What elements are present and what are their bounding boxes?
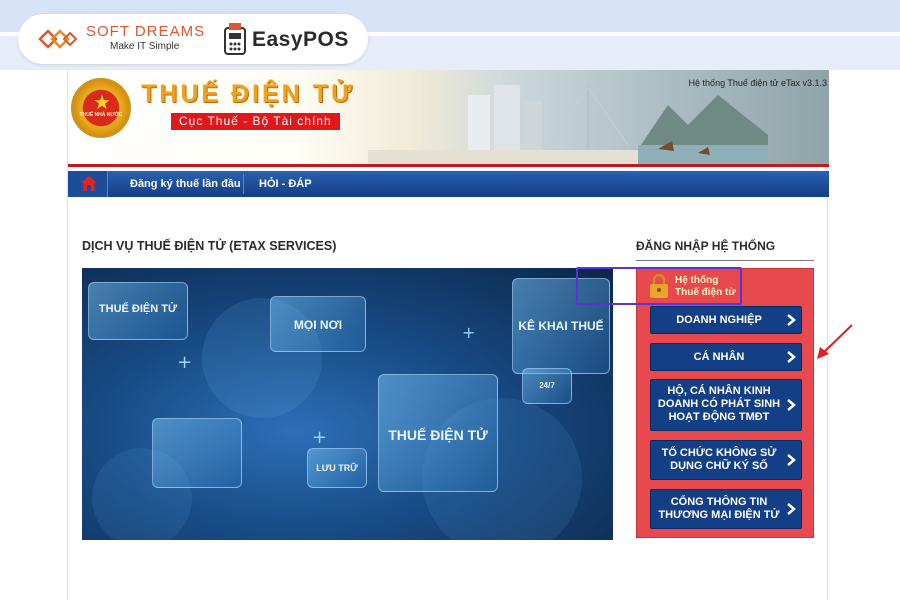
hero-tile-blank <box>152 418 242 488</box>
hero-tile-247: 24/7 <box>522 368 572 404</box>
hero-tile-etax: THUẾ ĐIỆN TỬ <box>88 282 188 340</box>
softdreams-tagline: Make IT Simple <box>110 41 180 52</box>
login-title: ĐĂNG NHẬP HỆ THỐNG <box>636 239 776 253</box>
system-version: Hệ thống Thuế điện tử eTax v3.1.3 <box>688 78 827 88</box>
main-nav: Đăng ký thuế lần đầu HỎI - ĐÁP <box>68 171 829 197</box>
chevron-right-icon <box>787 454 796 466</box>
chevron-right-icon <box>787 351 796 363</box>
login-ecommerce-household-button[interactable]: HỘ, CÁ NHÂN KINH DOANH CÓ PHÁT SINH HOẠT… <box>650 379 802 431</box>
chevron-right-icon <box>787 399 796 411</box>
pos-terminal-icon <box>224 23 246 55</box>
city-bridge-illustration <box>368 85 768 164</box>
nav-item-faq[interactable]: HỎI - ĐÁP <box>259 171 312 197</box>
state-emblem-icon: ★ THUẾ NHÀ NƯỚC <box>71 78 131 138</box>
lock-icon <box>650 274 668 298</box>
login-system-label: Hệ thống Thuế điện tử <box>675 275 736 298</box>
login-business-button[interactable]: DOANH NGHIỆP <box>650 306 802 334</box>
svg-text:+: + <box>462 323 475 342</box>
pointer-arrow-icon <box>817 324 853 359</box>
easypos-name: EasyPOS <box>252 28 349 51</box>
chevron-right-icon <box>787 503 796 515</box>
chevron-right-icon <box>787 314 796 326</box>
hero-tile-declare: KÊ KHAI THUẾ <box>512 278 610 374</box>
hero-tile-anywhere: MỌI NƠI <box>270 296 366 352</box>
site-subtitle: Cục Thuế - Bộ Tài chính <box>171 113 340 130</box>
login-no-digital-signature-button[interactable]: TỔ CHỨC KHÔNG SỬ DỤNG CHỮ KÝ SỐ <box>650 440 802 480</box>
hero-tile-etax-main: THUẾ ĐIỆN TỬ <box>378 374 498 492</box>
etax-page: ★ THUẾ NHÀ NƯỚC THUẾ ĐIỆN TỬ Cục Thuế - … <box>67 70 829 600</box>
softdreams-logo-icon <box>38 29 78 49</box>
svg-text:+: + <box>312 427 327 448</box>
site-title: THUẾ ĐIỆN TỬ <box>141 80 355 108</box>
login-ecommerce-portal-button[interactable]: CỔNG THÔNG TIN THƯƠNG MẠI ĐIỆN TỬ <box>650 489 802 529</box>
brand-bar: SOFT DREAMS Make IT Simple EasyPOS <box>18 14 368 64</box>
services-title: DỊCH VỤ THUẾ ĐIỆN TỬ (ETAX SERVICES) <box>82 239 337 253</box>
site-banner: ★ THUẾ NHÀ NƯỚC THUẾ ĐIỆN TỬ Cục Thuế - … <box>68 70 829 164</box>
softdreams-name: SOFT DREAMS <box>86 23 206 40</box>
nav-item-first-registration[interactable]: Đăng ký thuế lần đầu <box>130 171 241 197</box>
etax-services-banner: + + + THUẾ ĐIỆN TỬ MỌI NƠI KÊ KHAI THUẾ … <box>82 268 613 540</box>
home-icon <box>81 176 97 191</box>
svg-text:+: + <box>177 352 192 373</box>
login-title-rule <box>636 260 814 261</box>
login-individual-button[interactable]: CÁ NHÂN <box>650 343 802 371</box>
hero-tile-storage: LƯU TRỮ <box>307 448 367 488</box>
banner-divider <box>68 164 829 167</box>
nav-separator <box>243 174 244 194</box>
login-panel: Hệ thống Thuế điện tử DOANH NGHIỆP CÁ NH… <box>636 268 814 538</box>
emblem-text: THUẾ NHÀ NƯỚC <box>79 112 123 118</box>
nav-home[interactable] <box>68 171 108 197</box>
